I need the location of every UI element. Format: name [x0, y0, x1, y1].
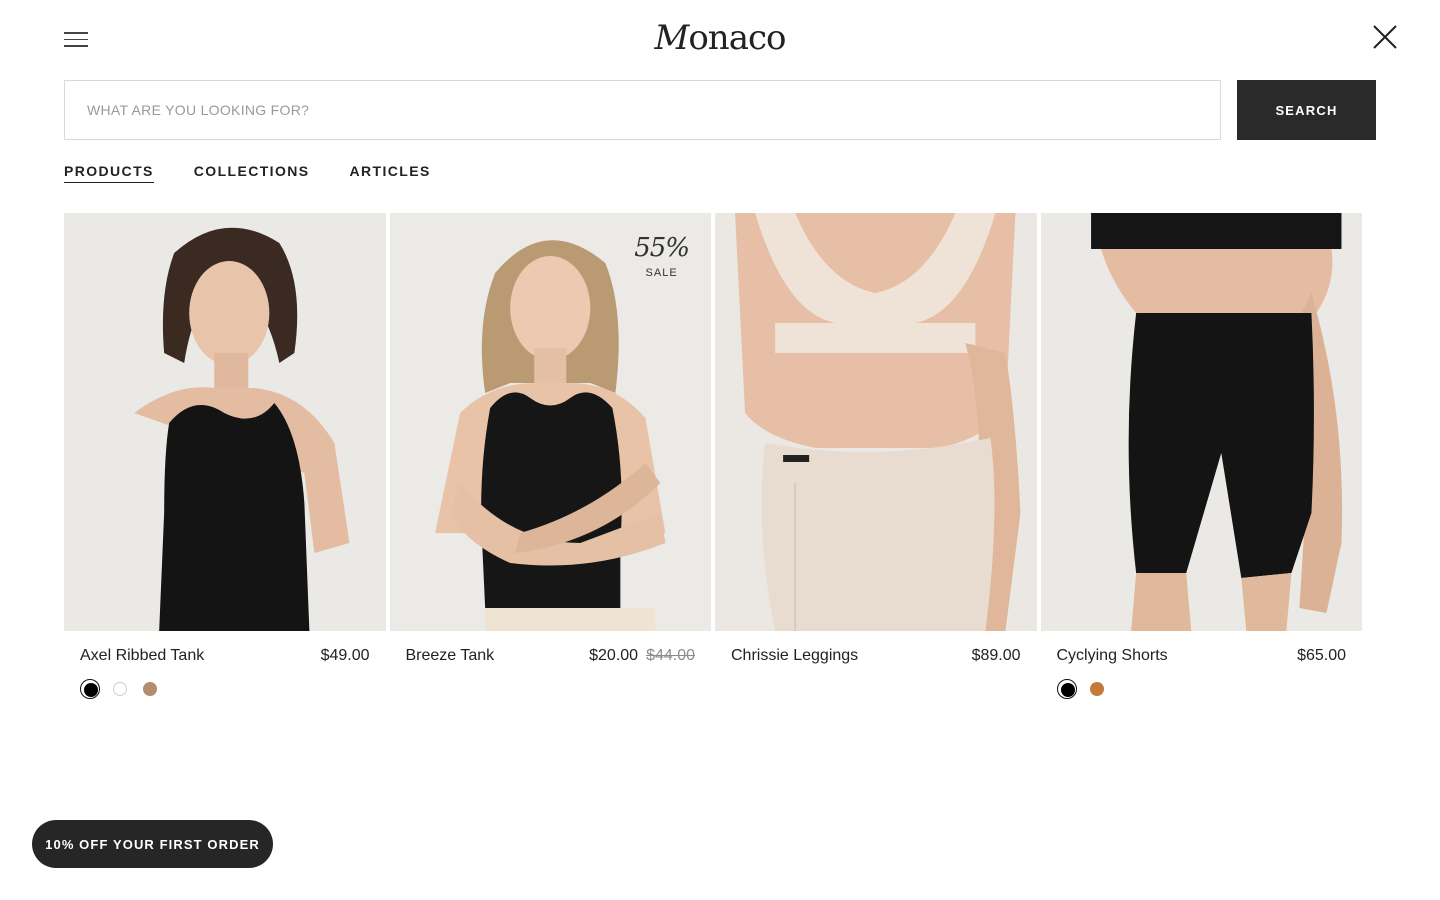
price: $89.00 [972, 647, 1021, 665]
sale-badge: 55% SALE [634, 233, 690, 279]
product-price: $65.00 [1297, 647, 1346, 664]
compare-price: $44.00 [646, 647, 695, 664]
price: $49.00 [321, 647, 370, 665]
swatch-black[interactable] [1056, 679, 1077, 699]
product-image[interactable] [64, 213, 386, 631]
product-image[interactable]: 55% SALE [389, 213, 711, 631]
product-info: Breeze Tank $20.00 $44.00 [390, 631, 712, 665]
product-card: Chrissie Leggings $89.00 [715, 213, 1037, 699]
product-price: $89.00 [971, 647, 1021, 664]
product-card: Cyclying Shorts $65.00 [1040, 213, 1363, 699]
tab-collections[interactable]: COLLECTIONS [194, 163, 310, 183]
logo[interactable]: Monaco [0, 18, 1440, 58]
product-grid: Axel Ribbed Tank $49.00 55% SALE Breeze … [64, 213, 1362, 699]
result-tabs: PRODUCTS COLLECTIONS ARTICLES [64, 163, 431, 183]
tab-products[interactable]: PRODUCTS [64, 163, 154, 183]
product-price: $49.00 [320, 647, 370, 664]
product-info: Axel Ribbed Tank $49.00 [64, 631, 386, 665]
header: Monaco [0, 0, 1440, 80]
product-card: 55% SALE Breeze Tank $20.00 $44.00 [389, 213, 712, 699]
search-input[interactable] [64, 80, 1221, 140]
color-swatches [1041, 665, 1363, 699]
promo-button[interactable]: 10% OFF YOUR FIRST ORDER [32, 820, 273, 868]
product-info: Cyclying Shorts $65.00 [1041, 631, 1363, 665]
sale-percent: 55% [634, 233, 690, 263]
product-name[interactable]: Axel Ribbed Tank [80, 647, 204, 665]
swatch-orange[interactable] [1087, 679, 1107, 699]
search-button[interactable]: SEARCH [1237, 80, 1376, 140]
product-info: Chrissie Leggings $89.00 [715, 631, 1037, 665]
color-swatches [64, 665, 386, 699]
product-card: Axel Ribbed Tank $49.00 [64, 213, 386, 699]
swatch-tan[interactable] [140, 679, 160, 699]
product-image[interactable] [1040, 213, 1362, 631]
price: $65.00 [1297, 647, 1346, 665]
sale-label: SALE [645, 267, 678, 279]
swatch-black[interactable] [80, 679, 100, 699]
price: $20.00 $44.00 [589, 647, 695, 665]
tab-articles[interactable]: ARTICLES [350, 163, 431, 183]
search-bar: SEARCH [64, 80, 1376, 140]
product-name[interactable]: Chrissie Leggings [731, 647, 858, 665]
product-price: $20.00 [589, 647, 639, 664]
product-name[interactable]: Breeze Tank [406, 647, 495, 665]
close-icon[interactable] [1372, 24, 1398, 50]
swatch-white[interactable] [110, 679, 130, 699]
product-name[interactable]: Cyclying Shorts [1057, 647, 1168, 665]
product-image[interactable] [715, 213, 1037, 631]
